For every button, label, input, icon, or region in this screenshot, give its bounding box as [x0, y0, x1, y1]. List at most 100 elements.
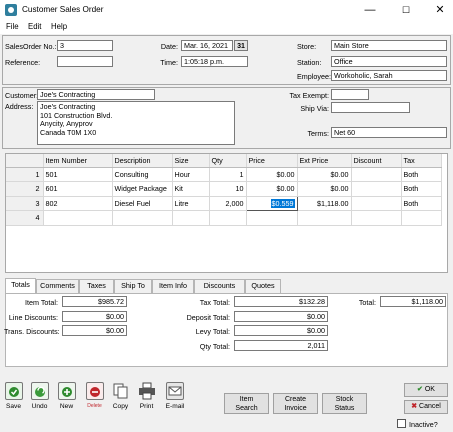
cell-description[interactable]: Diesel Fuel — [112, 196, 173, 211]
ship-via-field[interactable] — [331, 102, 410, 113]
cell-item-number[interactable]: 601 — [43, 181, 113, 197]
menu-help[interactable]: Help — [51, 22, 67, 31]
tab-comments[interactable]: Comments — [36, 279, 79, 293]
cell-tax[interactable]: Both — [401, 196, 442, 211]
deposit-total-field: $0.00 — [234, 311, 328, 322]
item-search-button[interactable]: Item Search — [224, 393, 269, 414]
delete-icon — [85, 382, 104, 400]
cancel-button[interactable]: ✖ Cancel — [404, 400, 448, 414]
cell-size[interactable] — [172, 210, 210, 226]
levy-total-field: $0.00 — [234, 325, 328, 336]
cell-price[interactable]: $0.00 — [246, 181, 298, 197]
cell-ext-price[interactable]: $1,118.00 — [297, 196, 352, 211]
table-row[interactable]: 2 601 Widget Package Kit 10 $0.00 $0.00 … — [6, 181, 442, 197]
customer-field[interactable]: Joe's Contracting — [37, 89, 155, 100]
column-header-ext-price[interactable]: Ext Price — [297, 154, 352, 168]
ship-via-label: Ship Via: — [300, 104, 329, 113]
column-header-discount[interactable]: Discount — [351, 154, 402, 168]
cell-discount[interactable] — [351, 167, 402, 182]
cell-description[interactable]: Widget Package — [112, 181, 173, 197]
cell-size[interactable]: Litre — [172, 196, 210, 211]
cell-qty[interactable] — [209, 210, 247, 226]
total-field: $1,118.00 — [380, 296, 446, 307]
maximize-button[interactable]: ☐ — [389, 2, 423, 18]
cell-ext-price[interactable]: $0.00 — [297, 181, 352, 197]
cell-tax[interactable] — [401, 210, 442, 226]
create-invoice-button[interactable]: Create Invoice — [273, 393, 318, 414]
copy-button[interactable]: Copy — [110, 380, 131, 417]
undo-button[interactable]: Undo — [29, 380, 50, 417]
cell-price[interactable]: $0.00 — [246, 167, 298, 182]
minimize-button[interactable]: — — [353, 2, 387, 18]
line-items-grid[interactable]: Item Number Description Size Qty Price E… — [5, 153, 448, 273]
terms-field[interactable]: Net 60 — [331, 127, 447, 138]
item-search-label-2: Search — [235, 405, 258, 412]
cell-tax[interactable]: Both — [401, 181, 442, 197]
cell-discount[interactable] — [351, 196, 402, 211]
cell-item-number[interactable]: 501 — [43, 167, 113, 182]
salesorder-label: SalesOrder No.: — [5, 42, 57, 51]
cell-price[interactable] — [246, 210, 298, 226]
cell-qty[interactable]: 10 — [209, 181, 247, 197]
time-field[interactable]: 1:05:18 p.m. — [181, 56, 248, 67]
column-header-size[interactable]: Size — [172, 154, 210, 168]
table-row[interactable]: 4 — [6, 210, 442, 226]
date-field[interactable]: Mar. 16, 2021 — [181, 40, 233, 51]
cell-item-number[interactable] — [43, 210, 113, 226]
store-field[interactable]: Main Store — [331, 40, 447, 51]
ok-button[interactable]: ✔ OK — [404, 383, 448, 397]
tab-quotes[interactable]: Quotes — [245, 279, 281, 293]
save-button[interactable]: Save — [3, 380, 24, 417]
print-button[interactable]: Print — [136, 380, 157, 417]
cell-price-selected[interactable]: $0.559 — [245, 195, 298, 211]
reference-field[interactable] — [57, 56, 113, 67]
delete-button[interactable]: Delete — [84, 380, 105, 417]
deposit-total-label: Deposit Total: — [186, 313, 230, 322]
tax-total-label: Tax Total: — [199, 298, 230, 307]
employee-field[interactable]: Workoholic, Sarah — [331, 70, 447, 81]
stock-status-button[interactable]: Stock Status — [322, 393, 367, 414]
salesorder-field[interactable]: 3 — [57, 40, 113, 51]
tab-discounts[interactable]: Discounts — [194, 279, 245, 293]
cell-discount[interactable] — [351, 181, 402, 197]
close-button[interactable]: ✕ — [423, 2, 453, 18]
cell-description[interactable] — [112, 210, 173, 226]
save-label: Save — [5, 403, 22, 410]
line-items-table: Item Number Description Size Qty Price E… — [6, 154, 442, 226]
tab-taxes[interactable]: Taxes — [79, 279, 114, 293]
cell-qty[interactable]: 2,000 — [209, 196, 247, 211]
column-header-tax[interactable]: Tax — [401, 154, 442, 168]
menu-file[interactable]: File — [6, 22, 19, 31]
table-row[interactable]: 3 802 Diesel Fuel Litre 2,000 $0.559 $1,… — [6, 195, 442, 211]
cell-item-number[interactable]: 802 — [43, 196, 113, 211]
cell-description[interactable]: Consulting — [112, 167, 173, 182]
column-header-qty[interactable]: Qty — [209, 154, 247, 168]
terms-label: Terms: — [307, 129, 329, 138]
menu-edit[interactable]: Edit — [28, 22, 41, 31]
cancel-icon: ✖ — [411, 403, 418, 410]
delete-label: Delete — [87, 403, 102, 409]
station-field[interactable]: Office — [331, 56, 447, 67]
column-header-price[interactable]: Price — [246, 154, 298, 168]
cell-tax[interactable]: Both — [401, 167, 442, 182]
cell-discount[interactable] — [351, 210, 402, 226]
tax-exempt-field[interactable] — [331, 89, 369, 100]
column-header-description[interactable]: Description — [112, 154, 173, 168]
tab-item-info[interactable]: Item Info — [152, 279, 194, 293]
cell-ext-price[interactable]: $0.00 — [297, 167, 352, 182]
inactive-checkbox[interactable] — [397, 419, 406, 428]
table-row[interactable]: 1 501 Consulting Hour 1 $0.00 $0.00 Both — [6, 167, 442, 182]
create-invoice-label-1: Create — [284, 396, 306, 403]
cell-size[interactable]: Hour — [172, 167, 210, 182]
calendar-icon[interactable]: 31 — [234, 40, 248, 51]
email-button[interactable]: E-mail — [163, 380, 187, 417]
address-field[interactable]: Joe's Contracting 101 Construction Blvd.… — [37, 101, 235, 145]
column-header-item-number[interactable]: Item Number — [43, 154, 113, 168]
new-button[interactable]: New — [56, 380, 77, 417]
cell-qty[interactable]: 1 — [209, 167, 247, 182]
cell-size[interactable]: Kit — [172, 181, 210, 197]
check-icon: ✔ — [417, 386, 423, 393]
tab-totals[interactable]: Totals — [5, 278, 36, 293]
cell-ext-price[interactable] — [297, 210, 352, 226]
tab-ship-to[interactable]: Ship To — [114, 279, 152, 293]
